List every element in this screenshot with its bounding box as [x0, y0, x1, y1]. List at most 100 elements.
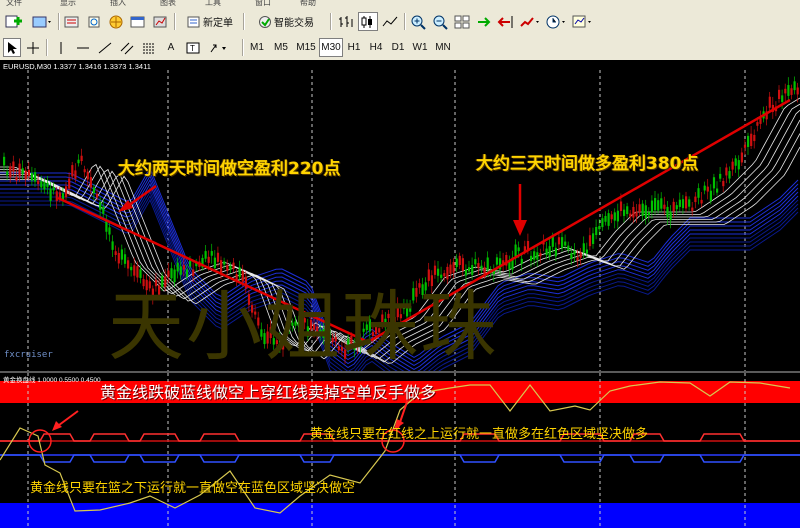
candlestick [592, 233, 595, 244]
candlestick [561, 237, 564, 249]
trendline-icon[interactable] [96, 38, 114, 57]
profiles-button[interactable] [30, 12, 54, 31]
candlestick [657, 200, 660, 211]
candlestick [458, 255, 461, 266]
tile-windows-icon[interactable] [452, 12, 472, 31]
expert-advisors-button[interactable]: 智能交易 [248, 12, 324, 31]
indicator-rule-long: 黄金线只要在红线之上运行就一直做多在红色区域坚决做多 [310, 427, 649, 442]
candlestick [68, 178, 71, 189]
line-chart-icon[interactable] [380, 12, 400, 31]
menu-view[interactable]: 显示 [60, 0, 76, 8]
timeframe-w1[interactable]: W1 [410, 38, 430, 57]
svg-text:T: T [190, 44, 195, 53]
candlestick [753, 134, 756, 142]
terminal-icon[interactable] [128, 12, 148, 31]
indicator-pane[interactable]: 黄金换盘线 1.0000 0.5500 0.4500 黄金线跌破蓝线做空上穿红线… [0, 373, 800, 528]
menu-insert[interactable]: 插入 [110, 0, 126, 8]
candlestick [663, 204, 666, 209]
bar-chart-icon[interactable] [336, 12, 356, 31]
candlestick [790, 88, 793, 95]
candlestick [706, 186, 709, 192]
candlestick [554, 247, 557, 257]
timeframe-mn[interactable]: MN [432, 38, 454, 57]
tester-icon[interactable] [150, 12, 170, 31]
candlestick [595, 226, 598, 235]
candlestick [793, 81, 796, 91]
candlestick [638, 204, 641, 213]
candlestick [759, 118, 762, 124]
menu-tools[interactable]: 工具 [205, 0, 221, 8]
candlestick [675, 205, 678, 210]
menu-charts[interactable]: 图表 [160, 0, 176, 8]
timeframe-m15[interactable]: M15 [294, 38, 318, 57]
chart-shift-icon[interactable] [496, 12, 516, 31]
channel-icon[interactable] [118, 38, 136, 57]
timeframe-h1[interactable]: H1 [344, 38, 364, 57]
candlestick [74, 170, 77, 179]
candlestick [55, 191, 58, 202]
arrow-long-head [513, 220, 527, 236]
candlestick [747, 135, 750, 147]
candlestick [784, 88, 787, 94]
candlestick [716, 188, 719, 193]
new-order-button[interactable]: 新定单 [180, 12, 240, 31]
timeframe-h4[interactable]: H4 [366, 38, 386, 57]
horizontal-line-icon[interactable] [74, 38, 92, 57]
text-label-icon[interactable]: T [184, 38, 202, 57]
candlestick [3, 156, 6, 166]
candlestick-icon[interactable] [358, 12, 378, 31]
candlestick [678, 199, 681, 207]
candlestick [474, 259, 477, 265]
candlestick [681, 199, 685, 209]
candlestick [92, 187, 96, 194]
candlestick [65, 186, 68, 198]
market-watch-icon[interactable] [62, 12, 82, 31]
candlestick [601, 218, 604, 228]
data-window-icon[interactable] [84, 12, 104, 31]
candlestick [613, 212, 616, 221]
cursor-icon[interactable] [3, 38, 21, 57]
candlestick [669, 211, 672, 221]
candlestick [672, 201, 675, 212]
timeframe-m1[interactable]: M1 [246, 38, 268, 57]
zoom-in-icon[interactable] [408, 12, 428, 31]
navigator-icon[interactable] [106, 12, 126, 31]
text-tool-button[interactable]: A [162, 38, 180, 57]
new-chart-button[interactable] [3, 12, 27, 31]
indicators-icon[interactable] [518, 12, 542, 31]
templates-icon[interactable] [570, 12, 594, 31]
candlestick [573, 250, 576, 255]
zoom-out-icon[interactable] [430, 12, 450, 31]
arrows-dropdown-icon[interactable] [206, 38, 236, 57]
candlestick [120, 249, 123, 260]
candlestick [539, 253, 542, 257]
candlestick [34, 172, 37, 182]
candlestick [18, 163, 21, 177]
candlestick [83, 169, 86, 173]
blue-step-line [0, 454, 800, 463]
candlestick [703, 185, 706, 191]
timeframe-m30[interactable]: M30 [319, 38, 343, 57]
candlestick [619, 201, 623, 211]
timeframe-m5[interactable]: M5 [270, 38, 292, 57]
candlestick [533, 251, 536, 260]
periods-icon[interactable] [544, 12, 568, 31]
annotation-short-profit: 大约两天时间做空盈利220点 [118, 159, 341, 179]
menu-window[interactable]: 窗口 [255, 0, 271, 8]
candlestick [781, 95, 784, 102]
candlestick [99, 202, 102, 210]
candlestick [768, 96, 771, 108]
timeframe-d1[interactable]: D1 [388, 38, 408, 57]
candlestick [740, 152, 743, 163]
menu-file[interactable]: 文件 [6, 0, 22, 8]
vertical-line-icon[interactable] [52, 38, 70, 57]
crosshair-icon[interactable] [24, 38, 42, 57]
candlestick [787, 85, 790, 96]
fibonacci-icon[interactable] [140, 38, 158, 57]
price-chart[interactable]: EURUSD,M30 1.3377 1.3416 1.3373 1.3411 天… [0, 60, 800, 372]
indicator-label: fxcruiser [4, 350, 53, 360]
watermark-text: 天小姐珠珠 [108, 282, 498, 371]
candlestick [694, 196, 697, 203]
autoscroll-icon[interactable] [474, 12, 494, 31]
menu-help[interactable]: 帮助 [300, 0, 316, 8]
